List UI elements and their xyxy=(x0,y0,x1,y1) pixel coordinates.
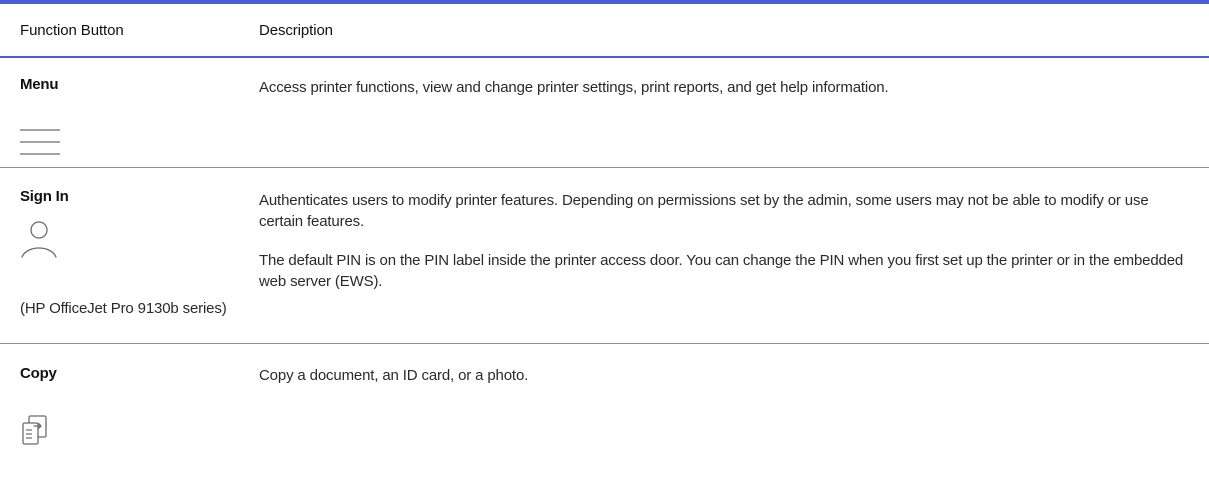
function-name: Menu xyxy=(20,76,59,93)
description-text: Copy a document, an ID card, or a photo. xyxy=(259,367,529,384)
description-text: Access printer functions, view and chang… xyxy=(259,79,889,96)
description-text: The default PIN is on the PIN label insi… xyxy=(259,252,1184,290)
description-cell: Access printer functions, view and chang… xyxy=(259,58,1209,167)
function-button-table: Function Button Description Menu Access … xyxy=(0,0,1209,445)
table-row: Menu Access printer functions, view and … xyxy=(0,58,1209,168)
function-name: Copy xyxy=(20,365,57,382)
table-row: Sign In (HP OfficeJet Pro 9130b series) … xyxy=(0,168,1209,344)
table-header-row: Function Button Description xyxy=(0,4,1209,58)
menu-icon xyxy=(18,128,259,163)
function-cell: Sign In (HP OfficeJet Pro 9130b series) xyxy=(0,168,259,343)
user-icon xyxy=(19,221,259,264)
function-cell: Menu xyxy=(0,58,259,167)
header-function-button: Function Button xyxy=(20,21,124,39)
description-cell: Copy a document, an ID card, or a photo. xyxy=(259,344,1209,444)
header-description: Description xyxy=(259,21,333,39)
description-cell: Authenticates users to modify printer fe… xyxy=(259,168,1209,343)
function-cell: Copy xyxy=(0,344,259,445)
description-text: Authenticates users to modify printer fe… xyxy=(259,192,1149,230)
table-row: Copy Copy a document, an ID card, or a p… xyxy=(0,344,1209,445)
function-name: Sign In xyxy=(20,188,69,205)
model-note: (HP OfficeJet Pro 9130b series) xyxy=(20,300,227,317)
copy-icon xyxy=(20,414,259,451)
